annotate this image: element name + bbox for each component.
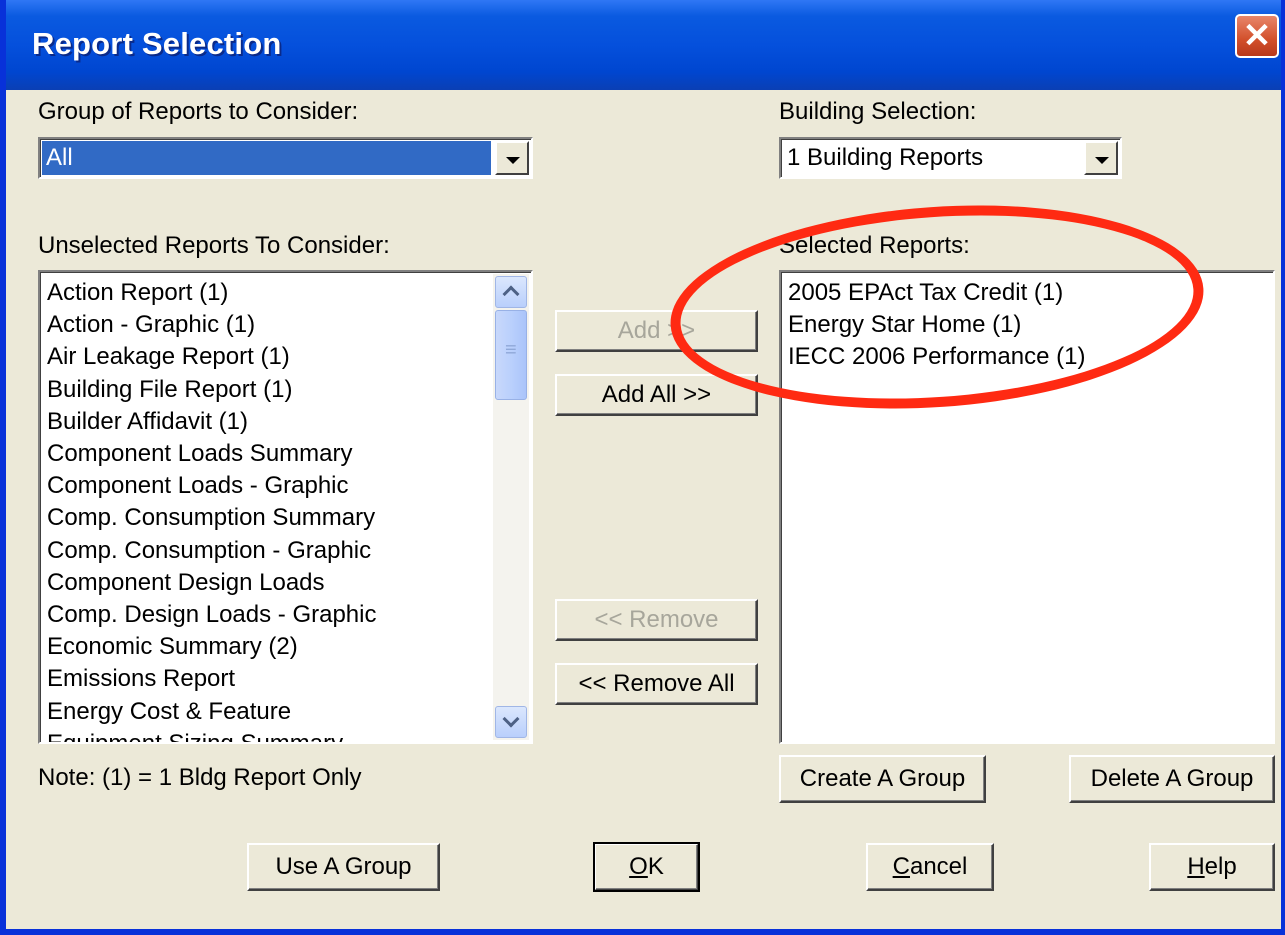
close-icon[interactable]: ✕: [1235, 14, 1279, 58]
building-dropdown[interactable]: 1 Building Reports: [779, 137, 1122, 179]
list-item[interactable]: 2005 EPAct Tax Credit (1): [781, 277, 1273, 309]
title-bar[interactable]: Report Selection ✕: [6, 0, 1281, 90]
list-item[interactable]: Building File Report (1): [40, 374, 531, 406]
list-item[interactable]: Comp. Consumption Summary: [40, 502, 531, 534]
cancel-button[interactable]: Cancel: [866, 843, 994, 891]
remove-button[interactable]: << Remove: [555, 599, 758, 641]
list-item[interactable]: IECC 2006 Performance (1): [781, 341, 1273, 373]
building-label: Building Selection:: [779, 98, 977, 125]
ok-mnemonic: O: [629, 853, 648, 880]
list-item[interactable]: Component Design Loads: [40, 567, 531, 599]
list-item[interactable]: Action - Graphic (1): [40, 309, 531, 341]
delete-group-button[interactable]: Delete A Group: [1069, 755, 1275, 803]
note-text: Note: (1) = 1 Bldg Report Only: [38, 764, 362, 791]
group-label: Group of Reports to Consider:: [38, 98, 359, 125]
cancel-mnemonic: C: [892, 853, 910, 880]
list-item[interactable]: Comp. Consumption - Graphic: [40, 535, 531, 567]
scroll-thumb[interactable]: [495, 310, 527, 400]
building-dropdown-value: 1 Building Reports: [787, 144, 984, 171]
list-item[interactable]: Energy Cost & Feature: [40, 696, 531, 728]
list-item[interactable]: Comp. Design Loads - Graphic: [40, 599, 531, 631]
list-item[interactable]: Equipment Sizing Summary: [40, 728, 531, 742]
help-mnemonic: H: [1187, 853, 1205, 880]
list-item[interactable]: Component Loads Summary: [40, 438, 531, 470]
group-dropdown[interactable]: All: [38, 137, 533, 179]
scroll-up-icon[interactable]: [495, 276, 527, 308]
window-title: Report Selection: [32, 26, 282, 61]
list-item[interactable]: Economic Summary (2): [40, 631, 531, 663]
ok-label: K: [647, 853, 664, 880]
selected-label: Selected Reports:: [779, 232, 970, 259]
remove-all-button[interactable]: << Remove All: [555, 663, 758, 705]
unselected-reports-list[interactable]: Action Report (1) Action - Graphic (1) A…: [38, 270, 533, 744]
create-group-button[interactable]: Create A Group: [779, 755, 986, 803]
ok-button[interactable]: OK: [593, 842, 700, 892]
add-all-button[interactable]: Add All >>: [555, 374, 758, 416]
vertical-scrollbar[interactable]: [493, 274, 529, 740]
list-item[interactable]: Emissions Report: [40, 663, 531, 695]
group-dropdown-value: All: [42, 141, 491, 175]
chevron-down-icon[interactable]: [1084, 141, 1118, 175]
chevron-down-icon[interactable]: [495, 141, 529, 175]
cancel-label: ancel: [909, 853, 968, 880]
list-item[interactable]: Action Report (1): [40, 277, 531, 309]
selected-reports-list[interactable]: 2005 EPAct Tax Credit (1) Energy Star Ho…: [779, 270, 1275, 744]
list-item[interactable]: Builder Affidavit (1): [40, 406, 531, 438]
list-item[interactable]: Air Leakage Report (1): [40, 341, 531, 373]
report-selection-dialog: Report Selection ✕ Group of Reports to C…: [0, 0, 1285, 935]
use-group-button[interactable]: Use A Group: [247, 843, 440, 891]
help-label: elp: [1204, 853, 1237, 880]
list-item[interactable]: Energy Star Home (1): [781, 309, 1273, 341]
list-item[interactable]: Component Loads - Graphic: [40, 470, 531, 502]
scroll-down-icon[interactable]: [495, 706, 527, 738]
help-button[interactable]: Help: [1149, 843, 1275, 891]
unselected-label: Unselected Reports To Consider:: [38, 232, 390, 259]
add-button[interactable]: Add >>: [555, 310, 758, 352]
